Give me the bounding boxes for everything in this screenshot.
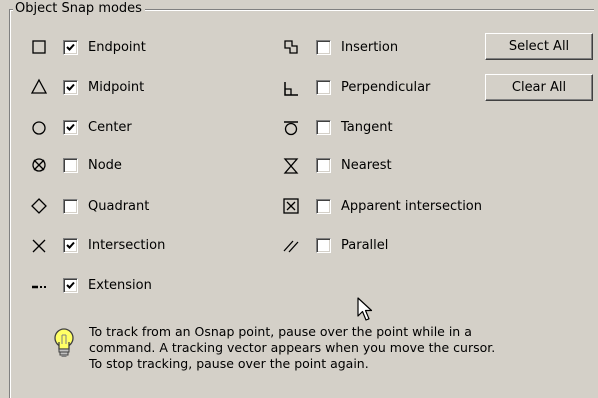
clear-all-button[interactable]: Clear All	[485, 74, 593, 101]
quadrant-icon	[29, 196, 49, 216]
node-label: Node	[88, 158, 122, 173]
node-icon	[29, 155, 49, 175]
extension-label: Extension	[88, 278, 152, 293]
center-checkbox[interactable]	[63, 120, 78, 135]
extension-icon	[29, 276, 49, 296]
apparent-intersection-icon	[281, 196, 301, 216]
tangent-icon	[281, 118, 301, 138]
midpoint-label: Midpoint	[88, 80, 145, 95]
mouse-pointer-icon	[357, 297, 373, 321]
tip-line: command. A tracking vector appears when …	[89, 340, 496, 355]
endpoint-label: Endpoint	[88, 40, 146, 55]
midpoint-checkbox[interactable]	[63, 80, 78, 95]
nearest-label: Nearest	[341, 158, 392, 173]
endpoint-icon	[29, 37, 49, 57]
extension-checkbox[interactable]	[63, 278, 78, 293]
tangent-label: Tangent	[341, 120, 393, 135]
perpendicular-label: Perpendicular	[341, 80, 431, 95]
perpendicular-icon	[281, 79, 301, 99]
tracking-tip-text: To track from an Osnap point, pause over…	[89, 324, 569, 372]
tip-line: To stop tracking, pause over the point a…	[89, 356, 369, 371]
insertion-checkbox[interactable]	[316, 40, 331, 55]
parallel-checkbox[interactable]	[316, 238, 331, 253]
nearest-icon	[281, 156, 301, 176]
tip-line: To track from an Osnap point, pause over…	[89, 324, 472, 339]
node-checkbox[interactable]	[63, 158, 78, 173]
midpoint-icon	[29, 77, 49, 97]
center-icon	[29, 118, 49, 138]
select-all-button[interactable]: Select All	[485, 33, 593, 60]
parallel-icon	[281, 236, 301, 256]
perpendicular-checkbox[interactable]	[316, 80, 331, 95]
group-title: Object Snap modes	[13, 1, 145, 17]
intersection-checkbox[interactable]	[63, 238, 78, 253]
apparent-intersection-checkbox[interactable]	[316, 199, 331, 214]
parallel-label: Parallel	[341, 238, 389, 253]
insertion-icon	[281, 37, 301, 57]
quadrant-checkbox[interactable]	[63, 199, 78, 214]
nearest-checkbox[interactable]	[316, 158, 331, 173]
intersection-label: Intersection	[88, 238, 166, 253]
center-label: Center	[88, 120, 132, 135]
tangent-checkbox[interactable]	[316, 120, 331, 135]
apparent-intersection-label: Apparent intersection	[341, 199, 483, 214]
lightbulb-icon	[54, 328, 74, 357]
quadrant-label: Quadrant	[88, 199, 150, 214]
intersection-icon	[29, 236, 49, 256]
endpoint-checkbox[interactable]	[63, 40, 78, 55]
insertion-label: Insertion	[341, 40, 399, 55]
